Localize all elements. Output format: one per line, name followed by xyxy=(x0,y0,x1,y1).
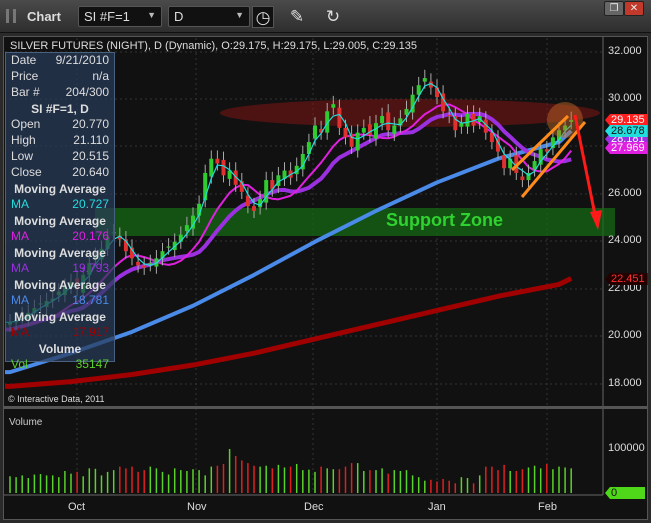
volume-pane-title: Volume xyxy=(9,417,43,428)
candle-body xyxy=(349,133,354,147)
candle-body xyxy=(386,112,391,131)
candle-body xyxy=(392,125,397,134)
data-window-value: Low xyxy=(11,149,34,163)
candle-body xyxy=(136,261,141,266)
data-window-value: MA xyxy=(11,293,29,307)
x-tick-label: Feb xyxy=(538,501,557,513)
data-window-row: High 21.110 xyxy=(6,133,114,149)
y-tick-label: 18.000 xyxy=(608,377,642,389)
data-window-value: 20.640 xyxy=(72,165,109,179)
data-window-symbol: SI #F=1, D xyxy=(31,102,89,116)
data-window-value: MA xyxy=(11,261,29,275)
data-window-value: 9/21/2010 xyxy=(55,53,109,67)
candle-body xyxy=(184,225,189,232)
candle-body xyxy=(313,125,317,139)
data-window-value: 20.727 xyxy=(72,197,109,211)
data-window-value: 20.515 xyxy=(72,149,109,163)
candle-body xyxy=(215,158,220,164)
data-window-value: 204/300 xyxy=(65,85,109,99)
data-window-value: 20.176 xyxy=(72,229,109,243)
candle-body xyxy=(166,246,171,248)
data-window-value: Bar # xyxy=(11,85,40,99)
y-tick-label: 30.000 xyxy=(608,92,642,104)
data-window-value: MA xyxy=(11,197,29,211)
data-window: Date 9/21/2010 Price n/a Bar # 204/300 SI #F=1… xyxy=(5,52,115,371)
candle-body xyxy=(355,132,360,151)
pane-divider xyxy=(4,406,648,409)
data-window-row: MA 20.727 xyxy=(6,197,114,213)
data-window-row: Low 20.515 xyxy=(6,149,114,165)
data-window-row: MA 19.793 xyxy=(6,261,114,277)
candle-body xyxy=(374,123,378,139)
data-window-row: Close 20.640 xyxy=(6,165,114,181)
candle-body xyxy=(404,108,409,115)
candle-body xyxy=(221,159,226,176)
candle-body xyxy=(142,265,147,268)
copyright: © Interactive Data, 2011 xyxy=(8,394,105,404)
candle-body xyxy=(331,104,336,108)
support-zone-label: Support Zone xyxy=(386,210,503,230)
candle-body xyxy=(447,114,452,117)
x-tick-label: Jan xyxy=(428,501,446,513)
candle-body xyxy=(465,113,470,127)
volume-flag: 0 xyxy=(605,487,645,499)
data-window-row: Price n/a xyxy=(6,69,114,85)
price-flag: 27.969 xyxy=(605,142,648,154)
x-tick-label: Oct xyxy=(68,501,86,513)
volume-tick-label: 100000 xyxy=(608,442,645,454)
chart-header: SILVER FUTURES (NIGHT), D (Dynamic), O:2… xyxy=(10,40,417,52)
candle-body xyxy=(422,78,427,82)
candle-body xyxy=(252,206,256,211)
price-flag: 22.451 xyxy=(605,273,648,285)
data-window-value: 18.781 xyxy=(72,293,109,307)
resistance-zone xyxy=(220,99,600,127)
x-tick-label: Dec xyxy=(304,501,324,513)
ma-title: Moving Average xyxy=(14,310,106,324)
candle-body xyxy=(337,107,342,128)
data-window-row: Bar # 204/300 xyxy=(6,85,114,101)
data-window-value: 20.770 xyxy=(72,117,109,131)
candle-body xyxy=(502,155,507,169)
ma-title: Moving Average xyxy=(14,246,106,260)
volume-title: Volume xyxy=(38,342,82,356)
candle-body xyxy=(380,116,385,124)
data-window-row: MA 20.176 xyxy=(6,229,114,245)
y-tick-label: 32.000 xyxy=(608,45,642,57)
data-window-row: MA 17.917 xyxy=(6,325,114,341)
data-window-value: 17.917 xyxy=(72,325,109,339)
down-arrow xyxy=(573,114,598,221)
candle-body xyxy=(343,127,348,138)
data-window-row: Vol 35147 xyxy=(6,357,114,373)
ma-title: Moving Average xyxy=(14,214,106,228)
data-window-value: Open xyxy=(11,117,41,131)
price-flag: 29.135 xyxy=(605,114,648,126)
ma-title: Moving Average xyxy=(14,278,106,292)
data-window-row: Date 9/21/2010 xyxy=(6,53,114,69)
ma-title: Moving Average xyxy=(14,182,106,196)
y-tick-label: 24.000 xyxy=(608,234,642,246)
data-window-row: Open 20.770 xyxy=(6,117,114,133)
data-window-value: Price xyxy=(11,69,39,83)
data-window-value: n/a xyxy=(92,69,109,83)
candle-body xyxy=(520,176,525,181)
data-window-value: Date xyxy=(11,53,37,67)
candle-body xyxy=(148,263,153,265)
y-tick-label: 26.000 xyxy=(608,187,642,199)
data-window-value: 19.793 xyxy=(72,261,109,275)
data-window-value: Close xyxy=(11,165,42,179)
data-window-value: Vol xyxy=(11,357,28,371)
data-window-value: MA xyxy=(11,229,29,243)
y-tick-label: 20.000 xyxy=(608,329,642,341)
candle-body xyxy=(361,127,366,133)
data-window-value: High xyxy=(11,133,36,147)
data-window-row: MA 18.781 xyxy=(6,293,114,309)
x-tick-label: Nov xyxy=(187,501,207,513)
candle-body xyxy=(209,158,214,177)
data-window-value: MA xyxy=(11,325,29,339)
data-window-value: 35147 xyxy=(75,357,109,371)
data-window-value: 21.110 xyxy=(73,133,109,147)
price-flag: 28.678 xyxy=(605,125,648,137)
